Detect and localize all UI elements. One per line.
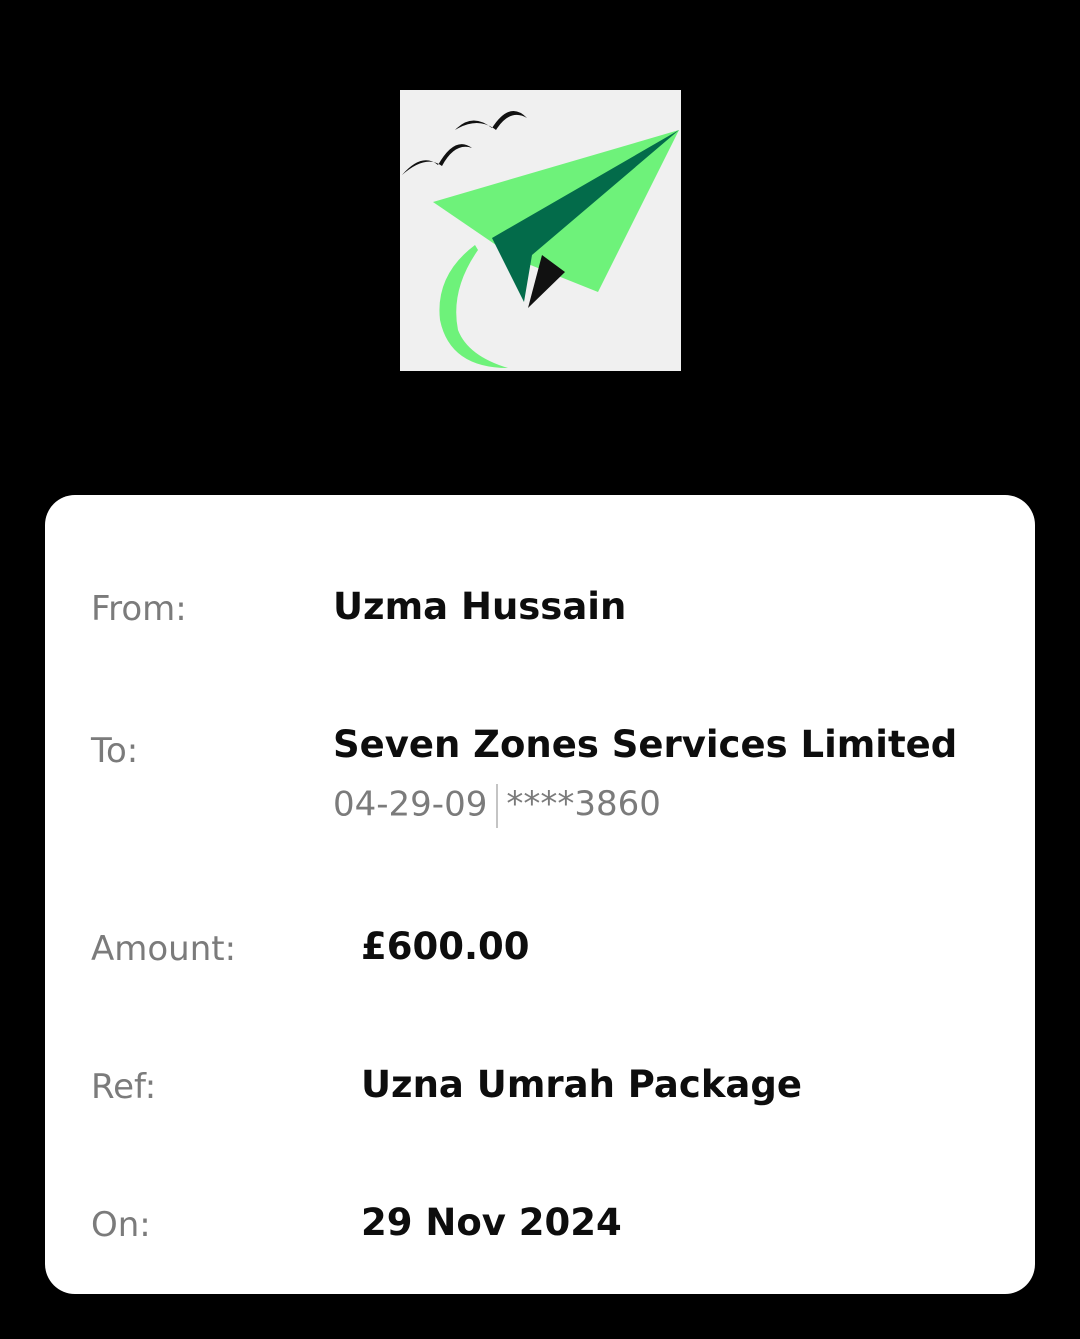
to-label: To:: [91, 731, 139, 771]
company-logo: [400, 90, 681, 371]
from-label: From:: [91, 589, 187, 629]
date-value: 29 Nov 2024: [361, 1201, 622, 1244]
from-value: Uzma Hussain: [333, 585, 627, 628]
date-label: On:: [91, 1205, 151, 1245]
ref-value: Uzna Umrah Package: [361, 1063, 802, 1106]
to-value: Seven Zones Services Limited: [333, 723, 958, 766]
account-details: 04-29-09 ****3860: [333, 784, 661, 828]
amount-label: Amount:: [91, 929, 237, 969]
account-number-masked: ****3860: [506, 784, 661, 824]
ref-label: Ref:: [91, 1067, 157, 1107]
amount-value: £600.00: [361, 925, 530, 968]
account-divider: [496, 784, 499, 828]
paper-plane-logo-icon: [402, 110, 679, 368]
payment-details-card: From: Uzma Hussain To: Seven Zones Servi…: [45, 495, 1035, 1294]
sort-code: 04-29-09: [333, 784, 488, 825]
